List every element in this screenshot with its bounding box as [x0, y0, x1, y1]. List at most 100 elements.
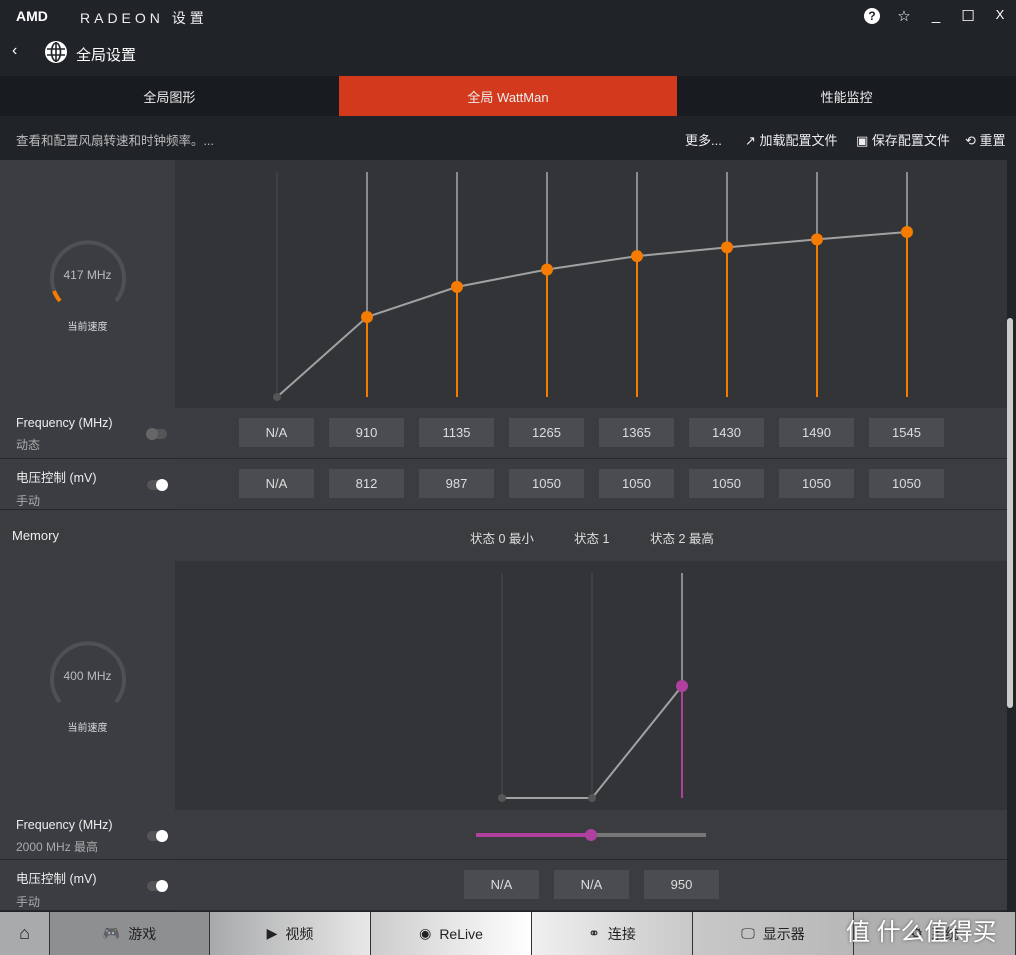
state-point: [588, 794, 596, 802]
tab-global-wattman[interactable]: 全局 WattMan: [338, 76, 678, 116]
back-button[interactable]: ‹: [12, 42, 17, 60]
nav-home[interactable]: ⌂: [0, 912, 50, 955]
nav-display[interactable]: 🖵 显示器: [693, 912, 854, 955]
state-point: [811, 233, 823, 246]
core-clock-chart: [175, 160, 1007, 408]
memory-voltage-mode: 手动: [16, 895, 41, 909]
connect-icon: ⚭: [588, 925, 600, 941]
relive-icon: ◉: [419, 925, 432, 941]
core-voltage-cell[interactable]: 812: [329, 469, 404, 498]
save-label: 保存配置文件: [871, 133, 950, 148]
load-profile-button[interactable]: ↗ 加载配置文件: [745, 130, 838, 149]
page-title: 全局设置: [76, 47, 137, 64]
page-header: ‹ 全局设置: [0, 34, 1016, 74]
core-frequency-cell[interactable]: N/A: [239, 418, 314, 447]
core-frequency-toggle[interactable]: [146, 428, 167, 440]
nav-label: ReLive: [439, 925, 483, 942]
core-voltage-mode: 手动: [16, 494, 41, 508]
state-point: [498, 794, 506, 802]
nav-label: 显示器: [762, 925, 805, 942]
tab-bar: 全局图形 全局 WattMan 性能监控: [0, 76, 1016, 116]
memory-gauge-panel: 400 MHz 当前速度: [0, 561, 175, 810]
nav-connect[interactable]: ⚭ 连接: [532, 912, 693, 955]
help-icon[interactable]: ?: [862, 7, 882, 24]
core-frequency-cell[interactable]: 1265: [509, 418, 584, 447]
slider-handle[interactable]: [585, 829, 597, 841]
close-icon[interactable]: X: [990, 7, 1010, 22]
state-point: [273, 393, 281, 401]
nav-label: 视频: [285, 925, 314, 942]
memory-frequency-mode: 2000 MHz 最高: [16, 840, 99, 854]
state-point: [631, 250, 643, 263]
memory-gauge-label: 当前速度: [67, 723, 108, 734]
share-icon: ↗: [745, 133, 760, 148]
nav-relive[interactable]: ◉ ReLive: [371, 912, 532, 955]
memory-header: Memory 状态 0 最小 状态 1 状态 2 最高: [0, 510, 1007, 561]
memory-voltage-cell[interactable]: 950: [644, 870, 719, 899]
core-voltage-cell[interactable]: 1050: [869, 469, 944, 498]
globe-icon: [44, 40, 68, 67]
memory-voltage-cell[interactable]: N/A: [554, 870, 629, 899]
save-icon: ▣: [856, 133, 872, 148]
monitor-icon: 🖵: [741, 925, 755, 941]
load-label: 加载配置文件: [759, 133, 838, 148]
core-frequency-mode: 动态: [16, 438, 41, 452]
memory-voltage-cell[interactable]: N/A: [464, 870, 539, 899]
core-frequency-label: Frequency (MHz): [16, 416, 113, 430]
star-icon[interactable]: ☆: [894, 7, 914, 25]
amd-logo: AMD: [16, 8, 48, 24]
state-point: [901, 225, 913, 238]
description: 查看和配置风扇转速和时钟频率。...: [16, 134, 214, 148]
core-frequency-cell[interactable]: 910: [329, 418, 404, 447]
maximize-icon[interactable]: ☐: [958, 7, 978, 25]
watermark-logo: 值 什么值得买: [846, 919, 997, 946]
core-frequency-cell[interactable]: 1135: [419, 418, 494, 447]
core-frequency-cell[interactable]: 1365: [599, 418, 674, 447]
core-gauge-label: 当前速度: [67, 322, 108, 333]
memory-frequency-toggle[interactable]: [147, 830, 168, 842]
core-gauge-panel: 417 MHz 当前速度: [0, 160, 175, 408]
state-point: [451, 280, 463, 293]
memory-gauge-value: 400 MHz: [63, 669, 112, 683]
core-frequency-cell[interactable]: 1430: [689, 418, 764, 447]
memory-state-2: 状态 2 最高: [650, 532, 714, 546]
core-frequency-row: Frequency (MHz) 动态 N/A 910 1135 1265 1365 1430…: [0, 408, 1007, 459]
reset-button[interactable]: ⟲ 重置: [965, 130, 1006, 149]
nav-video[interactable]: ▶ 视频: [210, 912, 371, 955]
tab-performance-monitor[interactable]: 性能监控: [677, 76, 1016, 116]
memory-voltage-row: 电压控制 (mV) 手动 N/A N/A 950: [0, 860, 1007, 911]
slider-fill: [476, 833, 591, 837]
core-frequency-cell[interactable]: 1545: [869, 418, 944, 447]
core-voltage-row: 电压控制 (mV) 手动 N/A 812 987 1050 1050 1050 1050 105…: [0, 459, 1007, 510]
core-voltage-cell[interactable]: 1050: [599, 469, 674, 498]
title-bar: AMD RADEON 设置 ? ☆ _ ☐ X: [0, 0, 1016, 34]
memory-state-0: 状态 0 最小: [470, 532, 534, 546]
core-voltage-cell[interactable]: 1050: [689, 469, 764, 498]
memory-state-1: 状态 1: [574, 532, 610, 546]
memory-frequency-label: Frequency (MHz): [16, 818, 113, 832]
app-title: RADEON 设置: [80, 10, 208, 26]
memory-title: Memory: [12, 528, 59, 543]
nav-gaming[interactable]: 🎮 游戏: [50, 912, 210, 955]
core-voltage-cell[interactable]: 1050: [509, 469, 584, 498]
memory-frequency-slider[interactable]: [476, 829, 706, 841]
gamepad-icon: 🎮: [102, 925, 121, 941]
core-frequency-cell[interactable]: 1490: [779, 418, 854, 447]
memory-clock-chart: [175, 561, 1007, 810]
nav-label: 连接: [607, 925, 636, 942]
core-voltage-label: 电压控制 (mV): [16, 471, 97, 485]
core-voltage-cell[interactable]: N/A: [239, 469, 314, 498]
state-point: [676, 680, 688, 692]
core-voltage-cell[interactable]: 987: [419, 469, 494, 498]
save-profile-button[interactable]: ▣ 保存配置文件: [856, 130, 950, 149]
minimize-icon[interactable]: _: [926, 7, 946, 24]
tab-global-graphics[interactable]: 全局图形: [0, 76, 339, 116]
play-icon: ▶: [266, 925, 278, 941]
memory-voltage-label: 电压控制 (mV): [16, 872, 97, 886]
scrollbar[interactable]: [1007, 318, 1013, 708]
more-button[interactable]: 更多...: [685, 130, 722, 149]
core-voltage-cell[interactable]: 1050: [779, 469, 854, 498]
memory-voltage-toggle[interactable]: [147, 880, 168, 892]
core-voltage-toggle[interactable]: [147, 479, 168, 491]
core-gauge-value: 417 MHz: [63, 268, 112, 282]
